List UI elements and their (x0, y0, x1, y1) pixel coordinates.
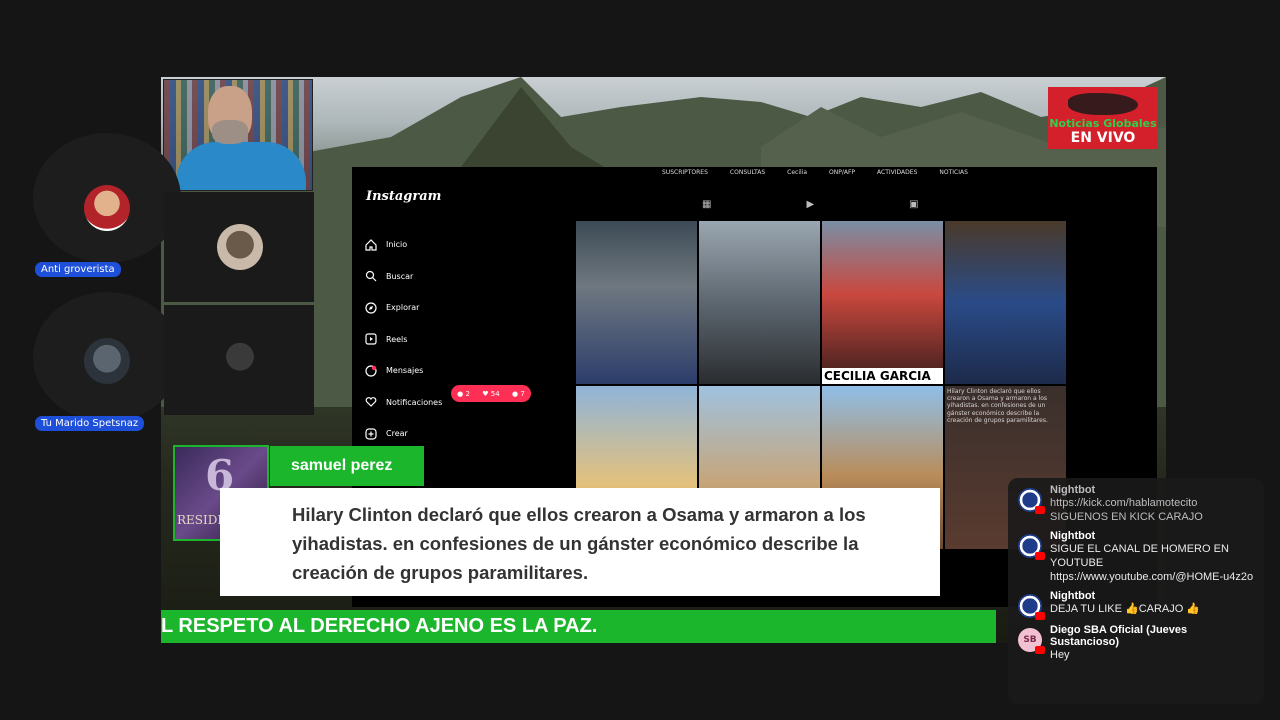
chat-message: Nightbot https://kick.com/hablamotecito … (1018, 484, 1254, 524)
nav-buscar[interactable]: Buscar (364, 261, 442, 293)
nav-link[interactable]: SUSCRIPTORES (662, 169, 708, 176)
nav-reels[interactable]: Reels (364, 324, 442, 356)
participant-avatar[interactable] (217, 224, 263, 270)
comment-count: 2 (465, 389, 470, 398)
follower-count: 7 (520, 389, 525, 398)
post-caption: CECILIA GARCIA (822, 368, 943, 384)
nav-link[interactable]: NOTICIAS (939, 169, 968, 176)
grid-tab-icon[interactable]: ▦ (702, 199, 711, 210)
host-webcam (163, 79, 313, 191)
diego-avatar: SB (1018, 628, 1045, 654)
chat-author[interactable]: Nightbot (1050, 590, 1254, 602)
chat-author[interactable]: Nightbot (1050, 484, 1254, 496)
messenger-icon (364, 364, 378, 378)
like-count: 54 (490, 389, 500, 398)
instagram-sidebar: Inicio Buscar Explorar Reels Mensajes No… (364, 229, 442, 450)
nav-link[interactable]: CONSULTAS (730, 169, 765, 176)
post-overlay-text: Hilary Clinton declaró que ellos crearon… (947, 388, 1048, 424)
participant-name-tag: Tu Marido Spetsnaz (35, 416, 145, 431)
nav-notificaciones[interactable]: Notificaciones (364, 387, 442, 419)
chat-author[interactable]: Nightbot (1050, 530, 1254, 542)
chat-message: SB Diego SBA Oficial (Jueves Sustancioso… (1018, 624, 1254, 662)
world-map-icon (1068, 93, 1138, 115)
nav-label: Reels (386, 334, 408, 344)
nav-label: Mensajes (386, 366, 424, 376)
post-tile[interactable] (576, 221, 697, 384)
home-icon (364, 238, 378, 252)
nav-label: Buscar (386, 271, 414, 281)
nav-label: Explorar (386, 303, 420, 313)
chat-text: SIGUENOS EN KICK CARAJO (1050, 511, 1203, 523)
notification-popup[interactable]: ● 2 ♥ 54 ● 7 (451, 385, 531, 402)
channel-logo-line1: Noticias Globales (1049, 117, 1157, 130)
youtube-badge-icon (1035, 506, 1045, 514)
like-count-icon: ♥ 54 (482, 389, 500, 398)
youtube-badge-icon (1035, 612, 1045, 620)
youtube-badge-icon (1035, 552, 1045, 560)
nightbot-avatar (1018, 534, 1045, 560)
nav-crear[interactable]: Crear (364, 418, 442, 450)
follower-count-icon: ● 7 (512, 389, 525, 398)
nav-inicio[interactable]: Inicio (364, 229, 442, 261)
chat-author[interactable]: Diego SBA Oficial (Jueves Sustancioso) (1050, 624, 1254, 648)
channel-logo-line2: EN VIVO (1070, 130, 1136, 146)
search-icon (364, 269, 378, 283)
chat-text: DEJA TU LIKE 👍CARAJO 👍 (1050, 603, 1201, 615)
chat-text[interactable]: https://www.youtube.com/@HOME-u4z2o (1050, 570, 1254, 584)
chat-text[interactable]: https://kick.com/hablamotecito (1050, 496, 1254, 510)
nav-label: Notificaciones (386, 397, 443, 407)
chat-message: Nightbot DEJA TU LIKE 👍CARAJO 👍 (1018, 590, 1254, 620)
nav-link[interactable]: ACTIVIDADES (877, 169, 917, 176)
plus-square-icon (364, 427, 378, 441)
nav-link[interactable]: Cecilia (787, 169, 807, 176)
instagram-logo[interactable]: Instagram (366, 189, 441, 204)
chat-text: SIGUE EL CANAL DE HOMERO EN YOUTUBE (1050, 543, 1229, 569)
website-top-nav: SUSCRIPTORES CONSULTAS Cecilia ONP/AFP A… (662, 169, 968, 176)
comment-author: samuel perez (270, 446, 424, 486)
comment-text: Hilary Clinton declaró que ellos crearon… (220, 488, 940, 596)
channel-logo: Noticias Globales EN VIVO (1048, 87, 1158, 149)
comment-count-icon: ● 2 (457, 389, 470, 398)
post-tile[interactable]: CECILIA GARCIA (822, 221, 943, 384)
youtube-badge-icon (1035, 646, 1045, 654)
participant-avatar[interactable] (84, 185, 130, 231)
nav-label: Crear (386, 429, 408, 439)
profile-tabs: ▦ ▶ ▣ (702, 199, 919, 210)
participant-name-tag: Anti groverista (35, 262, 121, 277)
ticker-text: L RESPETO AL DERECHO AJENO ES LA PAZ. (161, 615, 598, 637)
compass-icon (364, 301, 378, 315)
heart-icon (364, 395, 378, 409)
post-tile[interactable] (699, 221, 820, 384)
chat-message: Nightbot SIGUE EL CANAL DE HOMERO EN YOU… (1018, 530, 1254, 584)
stream-stage: Noticias Globales EN VIVO SUSCRIPTORES C… (0, 0, 1280, 720)
nightbot-avatar (1018, 594, 1045, 620)
live-chat[interactable]: Nightbot https://kick.com/hablamotecito … (1008, 478, 1264, 704)
reels-tab-icon[interactable]: ▶ (806, 199, 814, 210)
nightbot-avatar (1018, 488, 1045, 514)
nav-mensajes[interactable]: Mensajes (364, 355, 442, 387)
reels-icon (364, 332, 378, 346)
participant-avatar[interactable] (84, 338, 130, 384)
participant-avatar[interactable] (217, 336, 263, 382)
nav-link[interactable]: ONP/AFP (829, 169, 855, 176)
nav-explorar[interactable]: Explorar (364, 292, 442, 324)
news-ticker: L RESPETO AL DERECHO AJENO ES LA PAZ. (161, 610, 996, 643)
tagged-tab-icon[interactable]: ▣ (909, 199, 918, 210)
post-tile[interactable] (945, 221, 1066, 384)
nav-label: Inicio (386, 240, 408, 250)
chat-text: Hey (1050, 649, 1070, 661)
